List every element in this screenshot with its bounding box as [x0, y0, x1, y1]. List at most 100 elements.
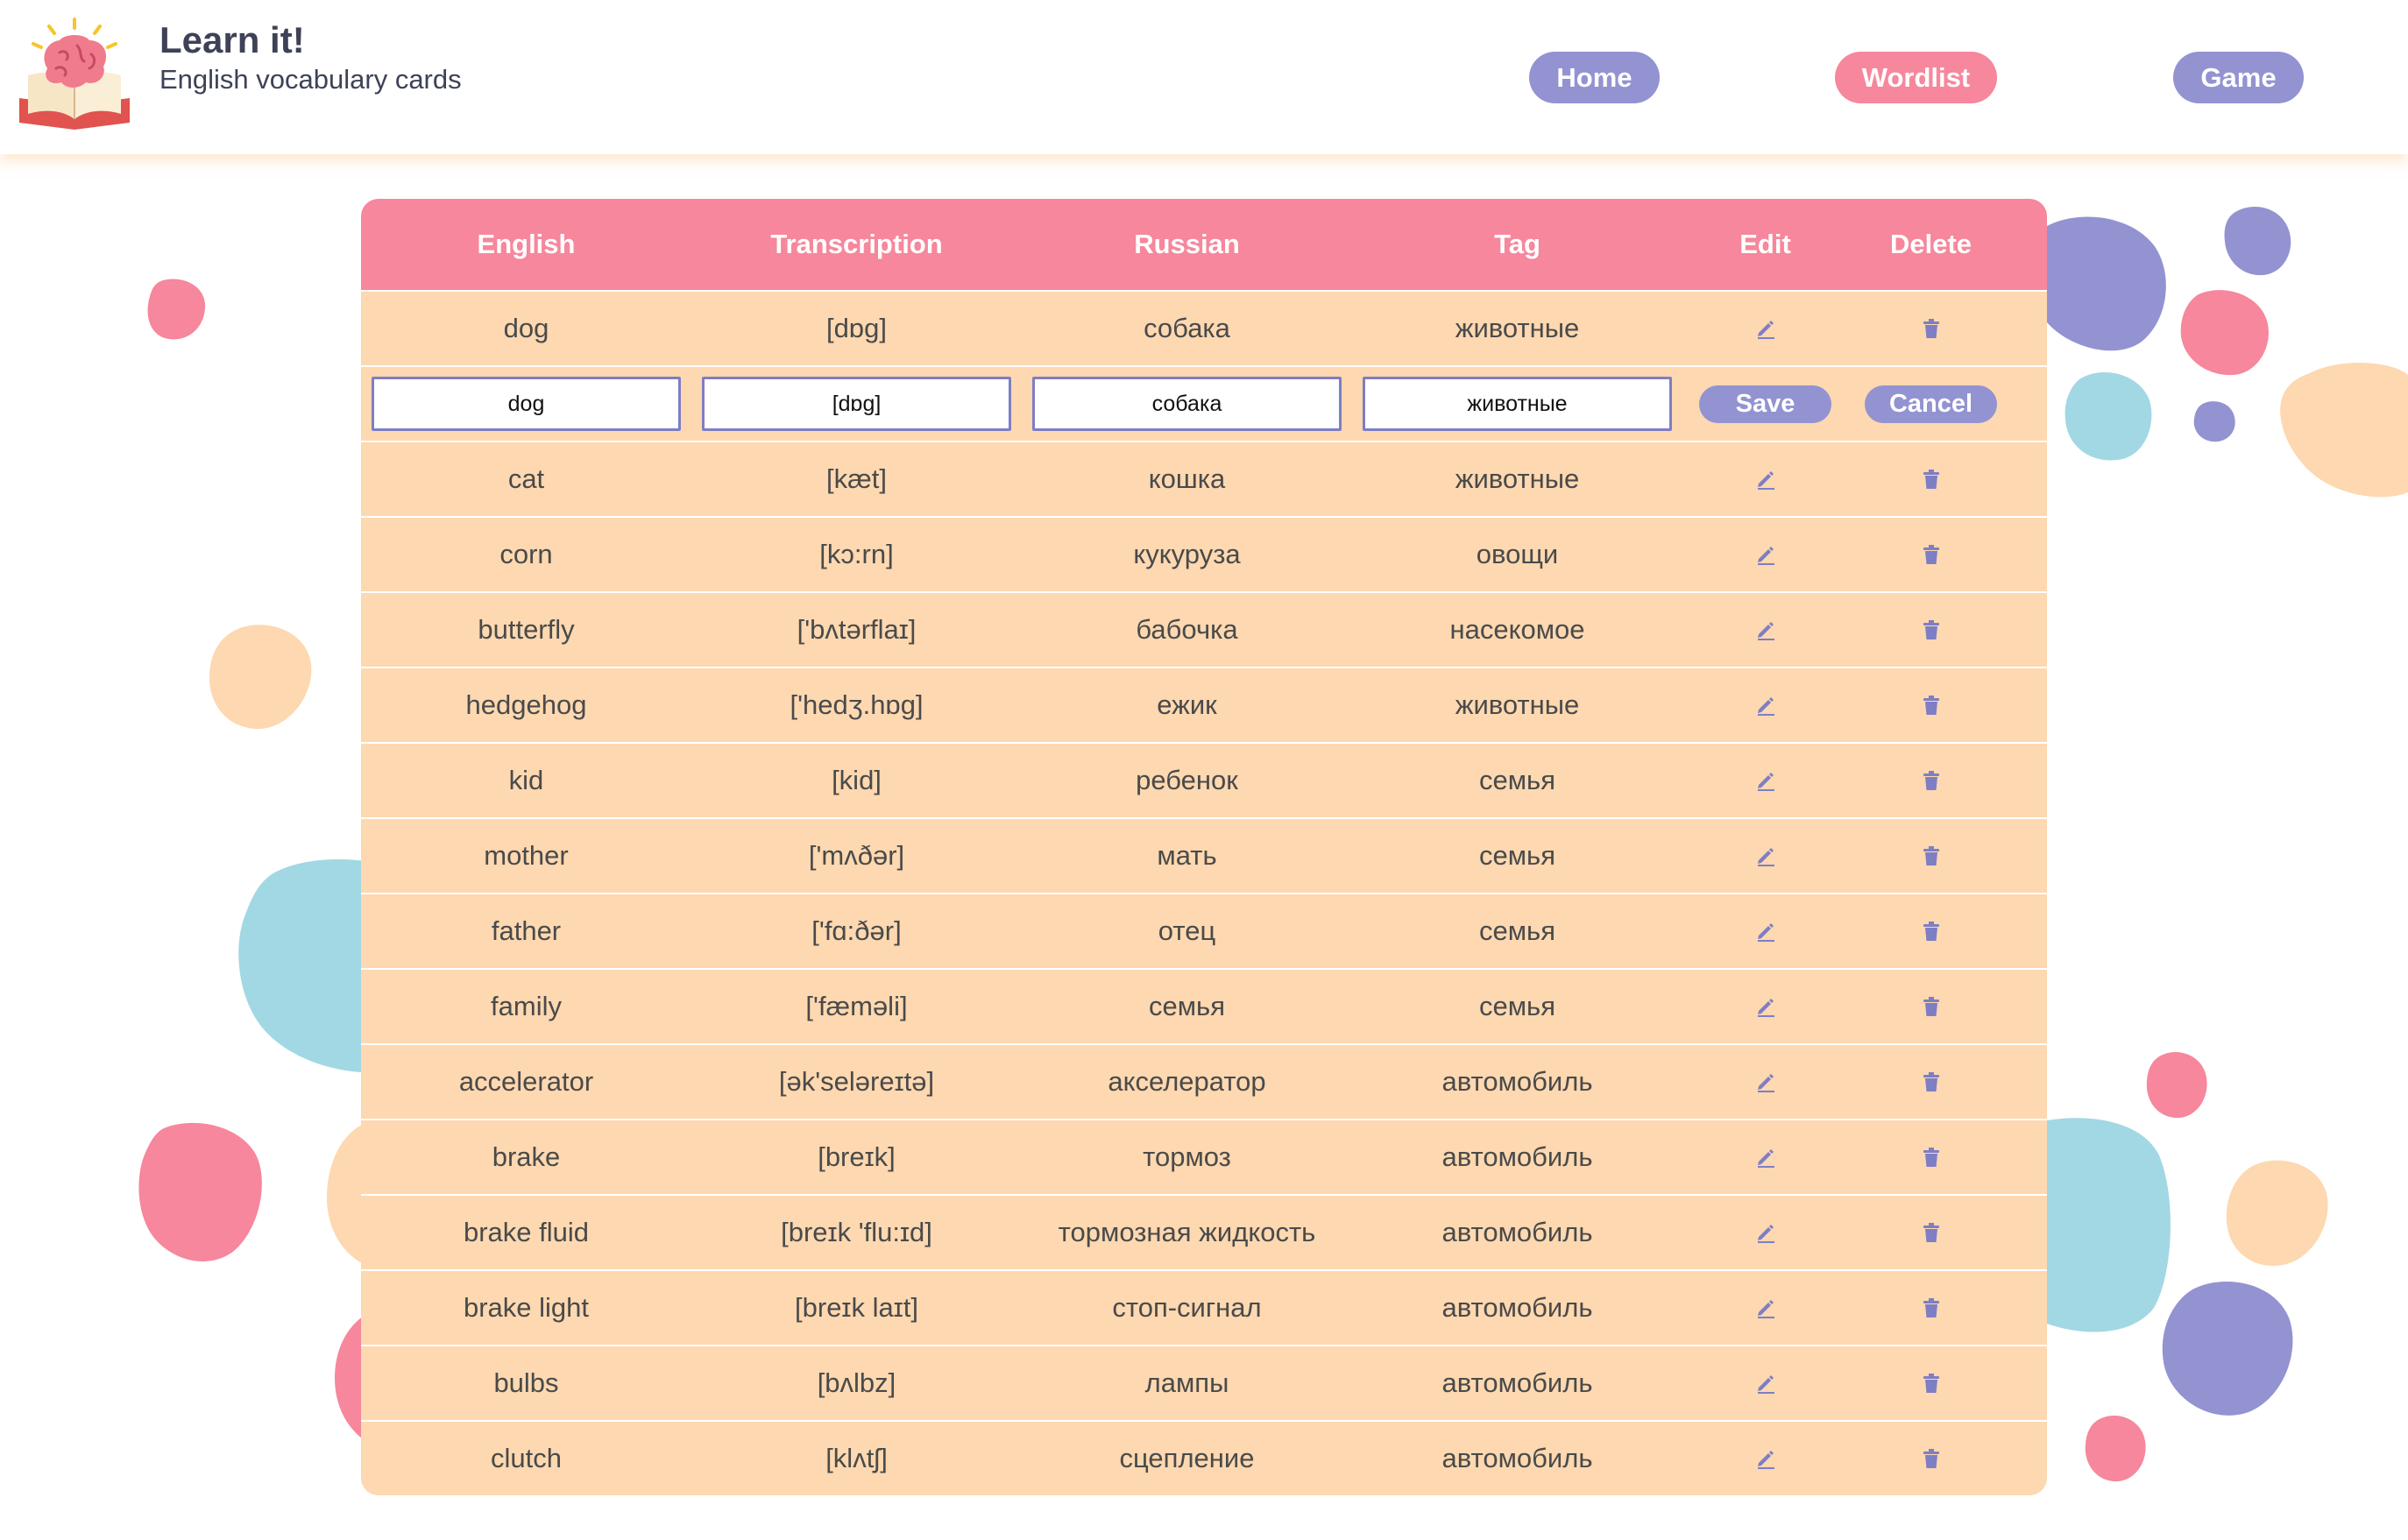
cancel-button[interactable]: Cancel — [1865, 385, 1997, 423]
cell-transcription: [ək'seləreɪtə] — [778, 1066, 935, 1097]
edit-transcription-input[interactable] — [702, 377, 1011, 431]
cell-russian: тормоз — [1143, 1141, 1231, 1172]
cell-russian: ежик — [1157, 689, 1217, 720]
delete-trash-icon[interactable] — [1848, 1271, 2014, 1345]
app-subtitle: English vocabulary cards — [159, 64, 462, 95]
edit-pencil-icon[interactable] — [1682, 668, 1848, 742]
delete-trash-icon[interactable] — [1848, 970, 2014, 1043]
cell-transcription: [breɪk] — [818, 1141, 896, 1172]
decor-blob-peach — [209, 625, 312, 729]
decor-blob-pink — [2085, 1415, 2146, 1482]
cell-english: kid — [508, 765, 544, 795]
table-row: bulbs [bʌlbz] лампы автомобиль — [361, 1345, 2047, 1420]
edit-pencil-icon[interactable] — [1682, 1045, 1848, 1119]
cell-english: cat — [507, 463, 545, 494]
edit-english-input[interactable] — [372, 377, 681, 431]
delete-trash-icon[interactable] — [1848, 1196, 2014, 1269]
cell-transcription: [breɪk laɪt] — [795, 1292, 918, 1323]
cell-transcription: [kɔ:rn] — [819, 539, 894, 569]
cell-russian: кошка — [1148, 463, 1226, 494]
edit-pencil-icon[interactable] — [1682, 1120, 1848, 1194]
cell-transcription: [klʌtʃ] — [825, 1443, 888, 1473]
cell-english: brake light — [463, 1292, 590, 1323]
column-header-english: English — [477, 229, 576, 259]
edit-pencil-icon[interactable] — [1682, 819, 1848, 893]
edit-russian-input[interactable] — [1032, 377, 1342, 431]
save-button[interactable]: Save — [1699, 385, 1831, 423]
table-row: accelerator [ək'seləreɪtə] акселератор авто… — [361, 1043, 2047, 1119]
edit-pencil-icon[interactable] — [1682, 894, 1848, 968]
table-row: corn [kɔ:rn] кукуруза овощи — [361, 516, 2047, 591]
edit-pencil-icon[interactable] — [1682, 970, 1848, 1043]
column-header-transcription: Transcription — [770, 229, 943, 259]
cell-russian: семья — [1149, 991, 1225, 1021]
table-row: father ['fɑ:ðər] отец семья — [361, 893, 2047, 968]
table-row-editing: Save Cancel — [361, 365, 2047, 441]
delete-trash-icon[interactable] — [1848, 894, 2014, 968]
cell-russian: ребенок — [1136, 765, 1238, 795]
cell-tag: насекомое — [1449, 614, 1585, 645]
delete-trash-icon[interactable] — [1848, 442, 2014, 516]
delete-trash-icon[interactable] — [1848, 744, 2014, 817]
edit-pencil-icon[interactable] — [1682, 518, 1848, 591]
cell-english: dog — [503, 313, 549, 343]
decor-blob-pink — [147, 279, 206, 340]
table-row: brake light [breɪk laɪt] стоп-сигнал автомо… — [361, 1269, 2047, 1345]
cell-tag: автомобиль — [1441, 1066, 1593, 1097]
edit-pencil-icon[interactable] — [1682, 1271, 1848, 1345]
table-row: clutch [klʌtʃ] сцепление автомобиль — [361, 1420, 2047, 1495]
cell-russian: мать — [1157, 840, 1217, 871]
cell-transcription: ['mʌðər] — [808, 840, 905, 871]
column-header-edit: Edit — [1739, 229, 1791, 259]
app-header: Learn it! English vocabulary cards Home … — [0, 0, 2408, 154]
table-row: cat [kæt] кошка животные — [361, 441, 2047, 516]
edit-pencil-icon[interactable] — [1682, 1346, 1848, 1420]
edit-pencil-icon[interactable] — [1682, 744, 1848, 817]
delete-trash-icon[interactable] — [1848, 819, 2014, 893]
nav-home-button[interactable]: Home — [1529, 52, 1660, 103]
cell-english: brake fluid — [463, 1217, 590, 1247]
table-row: kid [kid] ребенок семья — [361, 742, 2047, 817]
nav-game-button[interactable]: Game — [2173, 52, 2304, 103]
table-body: dog [dɒɡ] собака животные Save Cancel cat [kæt]… — [361, 290, 2047, 1495]
cell-tag: животные — [1455, 689, 1580, 720]
edit-tag-input[interactable] — [1363, 377, 1672, 431]
nav-wordlist-button[interactable]: Wordlist — [1835, 52, 1997, 103]
delete-trash-icon[interactable] — [1848, 1422, 2014, 1495]
table-row: brake [breɪk] тормоз автомобиль — [361, 1119, 2047, 1194]
cell-transcription: ['fɑ:ðər] — [811, 915, 902, 946]
cell-transcription: [kid] — [832, 765, 882, 795]
table-row: hedgehog ['hedʒ.hɒɡ] ежик животные — [361, 667, 2047, 742]
decor-blob-pink — [2180, 290, 2269, 376]
delete-trash-icon[interactable] — [1848, 518, 2014, 591]
column-header-russian: Russian — [1134, 229, 1240, 259]
column-header-delete: Delete — [1889, 229, 1972, 259]
edit-pencil-icon[interactable] — [1682, 442, 1848, 516]
wordlist-table: English Transcription Russian Tag Edit D… — [361, 199, 2047, 1495]
cell-russian: стоп-сигнал — [1112, 1292, 1262, 1323]
delete-trash-icon[interactable] — [1848, 593, 2014, 667]
edit-pencil-icon[interactable] — [1682, 292, 1848, 365]
cell-transcription: ['bʌtərflaɪ] — [797, 614, 917, 645]
cell-tag: автомобиль — [1441, 1141, 1593, 1172]
decor-blob-cyan — [2065, 372, 2152, 461]
table-row: butterfly ['bʌtərflaɪ] бабочка насекомое — [361, 591, 2047, 667]
cell-transcription: [dɒɡ] — [826, 313, 887, 343]
delete-trash-icon[interactable] — [1848, 1045, 2014, 1119]
cell-tag: овощи — [1476, 539, 1559, 569]
delete-trash-icon[interactable] — [1848, 668, 2014, 742]
delete-trash-icon[interactable] — [1848, 292, 2014, 365]
cell-english: corn — [499, 539, 553, 569]
delete-trash-icon[interactable] — [1848, 1120, 2014, 1194]
delete-trash-icon[interactable] — [1848, 1346, 2014, 1420]
cell-russian: отец — [1158, 915, 1216, 946]
cell-english: clutch — [491, 1443, 562, 1473]
decor-blob-peach — [2280, 363, 2408, 498]
edit-pencil-icon[interactable] — [1682, 1196, 1848, 1269]
cell-tag: семья — [1479, 991, 1555, 1021]
edit-pencil-icon[interactable] — [1682, 1422, 1848, 1495]
cell-russian: кукуруза — [1133, 539, 1241, 569]
cell-tag: семья — [1479, 765, 1555, 795]
cell-russian: бабочка — [1136, 614, 1238, 645]
edit-pencil-icon[interactable] — [1682, 593, 1848, 667]
